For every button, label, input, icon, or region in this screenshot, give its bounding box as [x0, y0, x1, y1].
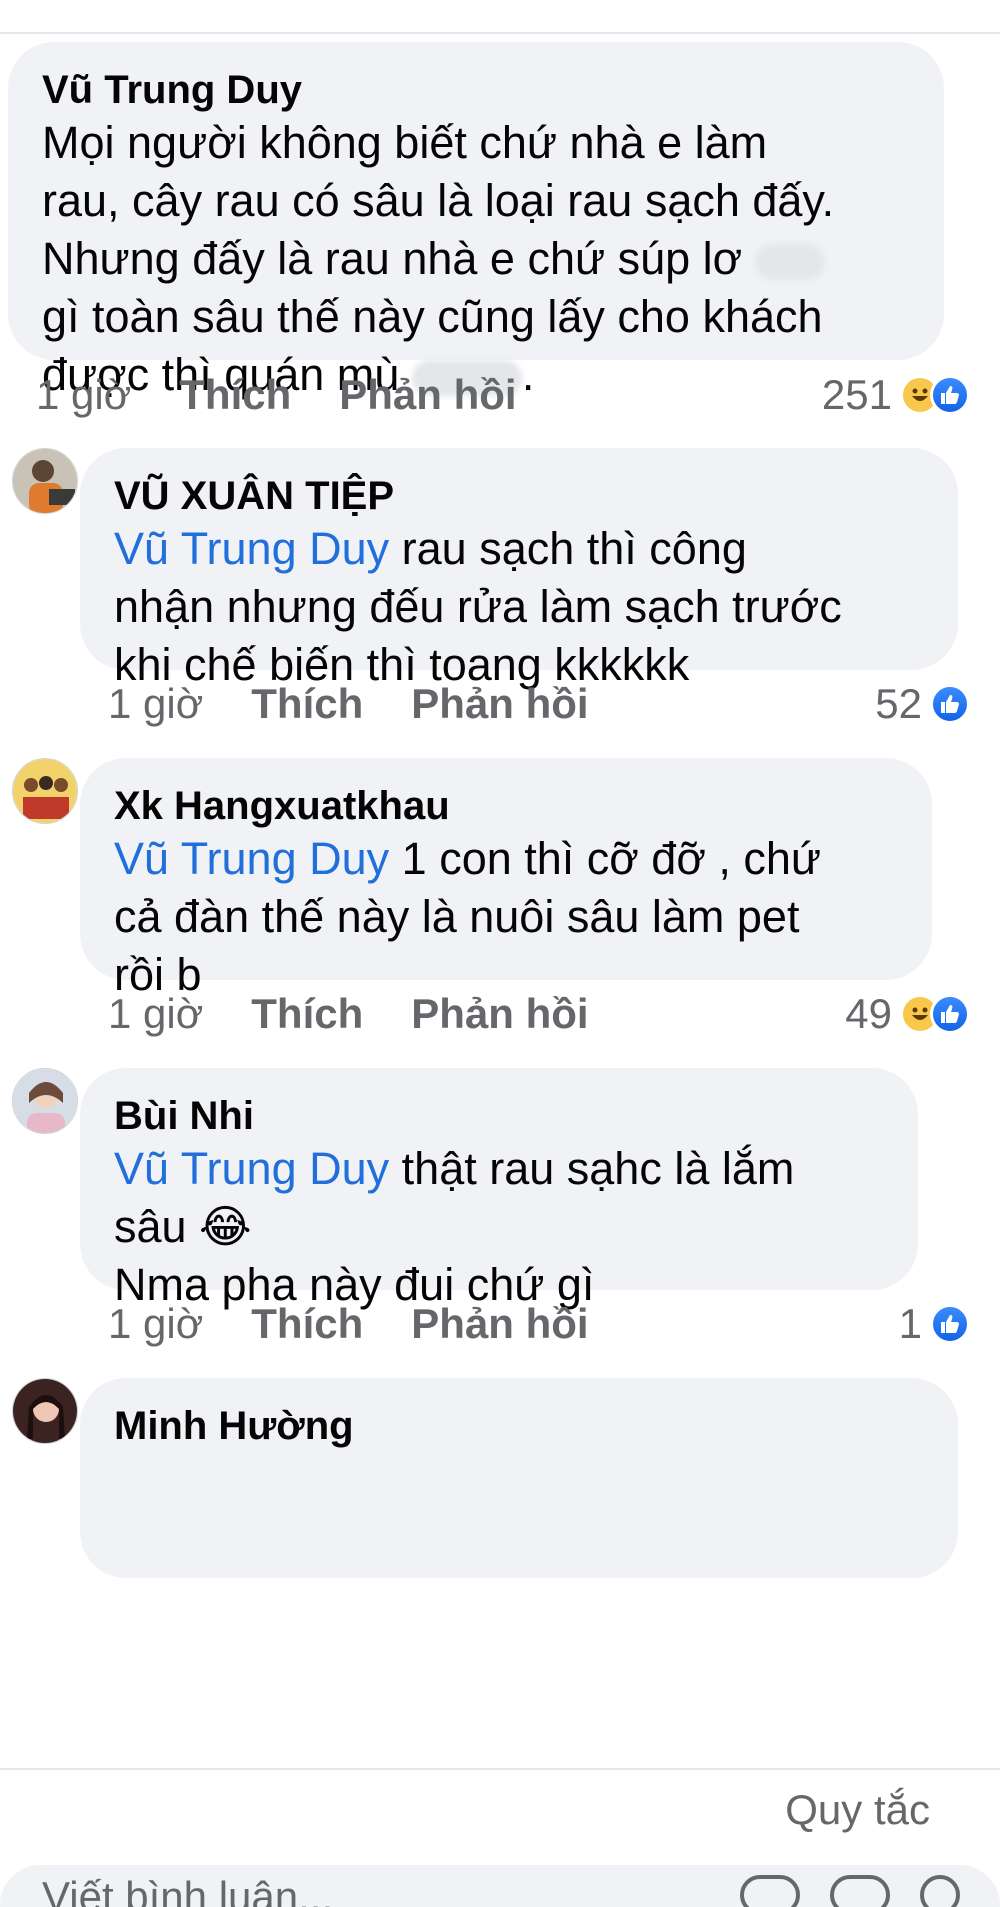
avatar[interactable] [12, 758, 78, 824]
like-icon [930, 1304, 970, 1344]
like-button[interactable]: Thích [251, 990, 363, 1038]
comment-author[interactable]: Vũ Trung Duy [42, 66, 910, 114]
reaction-summary[interactable]: 1 [899, 1294, 970, 1354]
comment-time[interactable]: 1 giờ [108, 1300, 203, 1348]
comment-bubble: VŨ XUÂN TIỆP Vũ Trung Duy rau sạch thì c… [80, 448, 958, 690]
avatar[interactable] [12, 1068, 78, 1134]
reply-button[interactable]: Phản hồi [411, 990, 588, 1038]
comment-time[interactable]: 1 giờ [108, 680, 203, 728]
comment-text: Vũ Trung Duy thật rau sạhc là lắm sâu 😂 … [114, 1143, 795, 1310]
comment-input[interactable]: Viết bình luận... [0, 1865, 1000, 1907]
comment-input-placeholder: Viết bình luận... [42, 1873, 334, 1907]
like-button[interactable]: Thích [179, 371, 291, 419]
comment-author[interactable]: Bùi Nhi [114, 1092, 884, 1140]
comment-text: Mọi người không biết chứ nhà e làm rau, … [42, 117, 835, 400]
comment-time[interactable]: 1 giờ [108, 990, 203, 1038]
camera-icon[interactable] [740, 1875, 800, 1907]
reaction-count: 251 [821, 371, 892, 418]
reply-button[interactable]: Phản hồi [339, 371, 516, 419]
comment-composer-bar: Quy tắc Viết bình luận... [0, 1768, 1000, 1907]
comment-actions: 1 giờ Thích Phản hồi [36, 365, 565, 425]
comment-author[interactable]: Xk Hangxuatkhau [114, 782, 898, 830]
comment-bubble: Minh Hường [80, 1378, 958, 1578]
reaction-count: 1 [898, 1300, 922, 1347]
comment-actions: 1 giờ Thích Phản hồi [108, 1294, 637, 1354]
comment-author[interactable]: Minh Hường [114, 1402, 924, 1450]
comment-time[interactable]: 1 giờ [36, 371, 131, 419]
like-button[interactable]: Thích [251, 1300, 363, 1348]
comment-bubble: Xk Hangxuatkhau Vũ Trung Duy 1 con thì c… [80, 758, 932, 1000]
comment-bubble: Vũ Trung Duy Mọi người không biết chứ nh… [8, 42, 944, 400]
comment-text: Vũ Trung Duy 1 con thì cỡ đỡ , chứ cả đà… [114, 833, 821, 1000]
top-divider [0, 32, 1000, 34]
mention-link[interactable]: Vũ Trung Duy [114, 1143, 389, 1194]
like-icon [930, 684, 970, 724]
reaction-count: 49 [845, 990, 892, 1037]
composer-icons [740, 1875, 960, 1907]
like-button[interactable]: Thích [251, 680, 363, 728]
rules-link[interactable]: Quy tắc [785, 1786, 930, 1834]
reply-button[interactable]: Phản hồi [411, 1300, 588, 1348]
blurred-word [754, 244, 825, 281]
comment-bubble: Bùi Nhi Vũ Trung Duy thật rau sạhc là lắ… [80, 1068, 918, 1310]
reaction-summary[interactable]: 49 [845, 984, 970, 1044]
gif-icon[interactable] [830, 1875, 890, 1907]
reaction-count: 52 [875, 680, 922, 727]
comment-text: Vũ Trung Duy rau sạch thì công nhận nhưn… [114, 523, 842, 690]
like-icon [930, 375, 970, 415]
reaction-summary[interactable]: 52 [875, 674, 970, 734]
avatar[interactable] [12, 448, 78, 514]
avatar[interactable] [12, 1378, 78, 1444]
comment-actions: 1 giờ Thích Phản hồi [108, 674, 637, 734]
mention-link[interactable]: Vũ Trung Duy [114, 833, 389, 884]
like-icon [930, 994, 970, 1034]
reply-button[interactable]: Phản hồi [411, 680, 588, 728]
sticker-icon[interactable] [920, 1875, 960, 1907]
comment-author[interactable]: VŨ XUÂN TIỆP [114, 472, 924, 520]
mention-link[interactable]: Vũ Trung Duy [114, 523, 389, 574]
comment-actions: 1 giờ Thích Phản hồi [108, 984, 637, 1044]
reaction-summary[interactable]: 251 [822, 365, 970, 425]
